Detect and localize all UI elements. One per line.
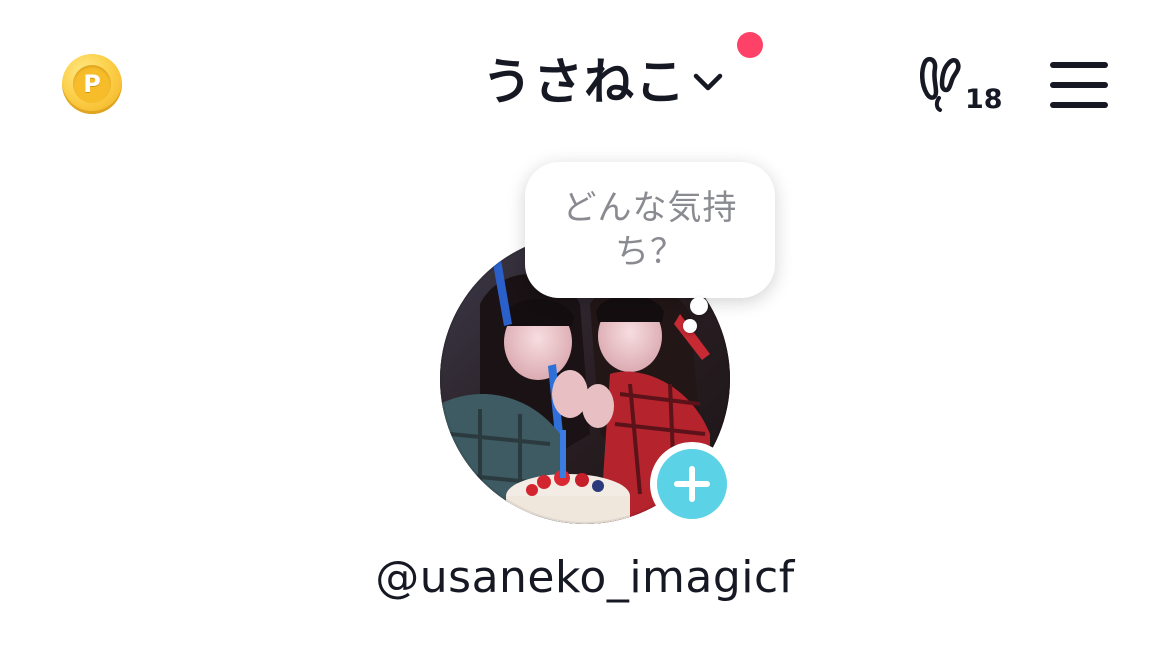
coin-button[interactable]: P	[62, 54, 122, 114]
footprint-count: 18	[965, 84, 1003, 115]
footprints-icon	[920, 56, 961, 112]
username: @usaneko_imagicf	[375, 552, 795, 603]
mood-prompt-text: どんな気持ち？	[562, 188, 738, 272]
menu-line-icon	[1050, 82, 1108, 88]
mood-bubble[interactable]: どんな気持ち？	[525, 162, 775, 298]
footprints-button[interactable]: 18	[918, 54, 1004, 116]
bubble-tail-dot	[690, 297, 708, 315]
menu-line-icon	[1050, 62, 1108, 68]
bubble-tail-dot-small	[683, 319, 697, 333]
account-name: うさねこ	[482, 53, 686, 111]
add-story-circle	[657, 449, 727, 519]
notification-dot	[737, 32, 763, 58]
account-switcher[interactable]: うさねこ	[482, 46, 724, 111]
chevron-down-icon	[693, 73, 723, 91]
coin-letter: P	[83, 70, 101, 98]
menu-line-icon	[1050, 102, 1108, 108]
plus-icon	[674, 466, 710, 502]
hamburger-menu-button[interactable]	[1050, 62, 1110, 108]
coin-icon: P	[73, 65, 111, 103]
add-story-button[interactable]	[650, 442, 734, 526]
